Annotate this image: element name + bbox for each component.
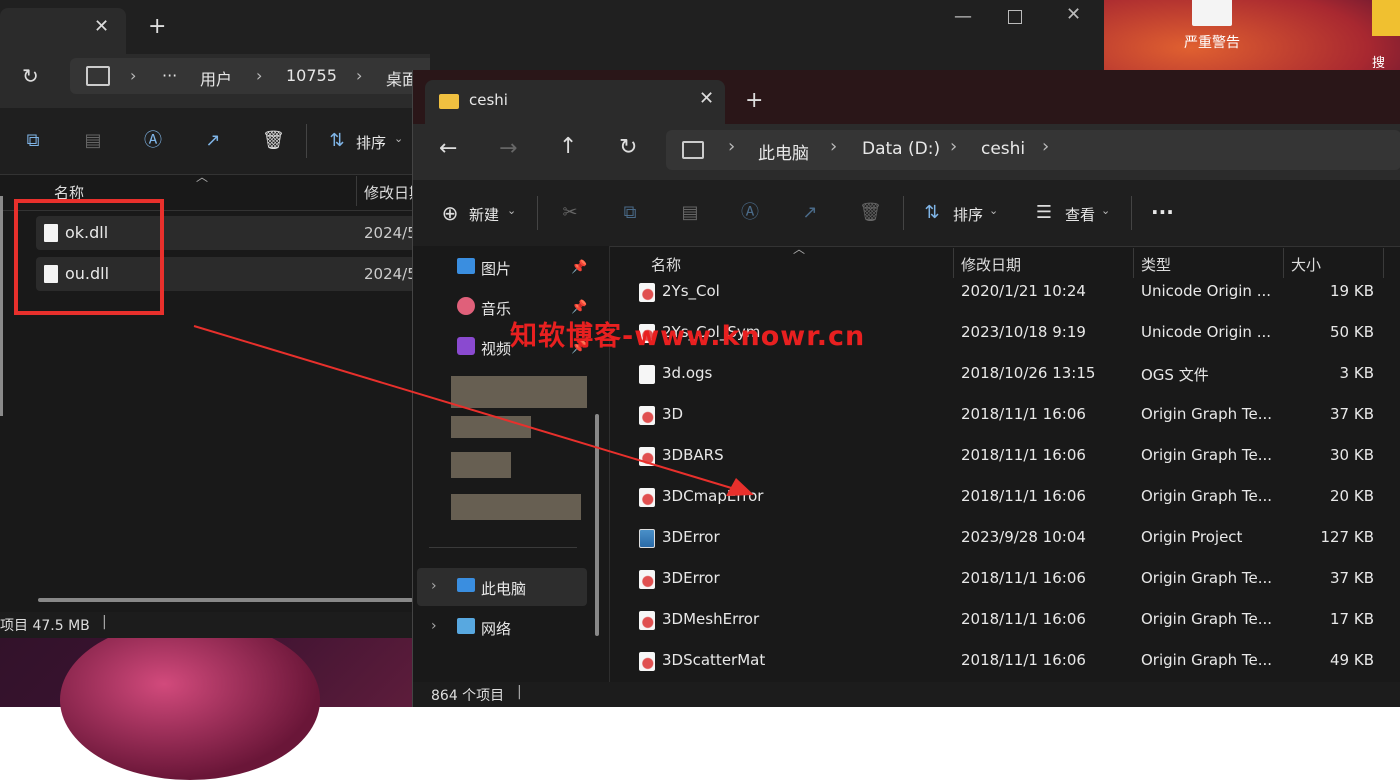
annotation-arrow: [193, 325, 754, 496]
watermark-text: 知软博客-www.knowr.cn: [510, 321, 866, 352]
